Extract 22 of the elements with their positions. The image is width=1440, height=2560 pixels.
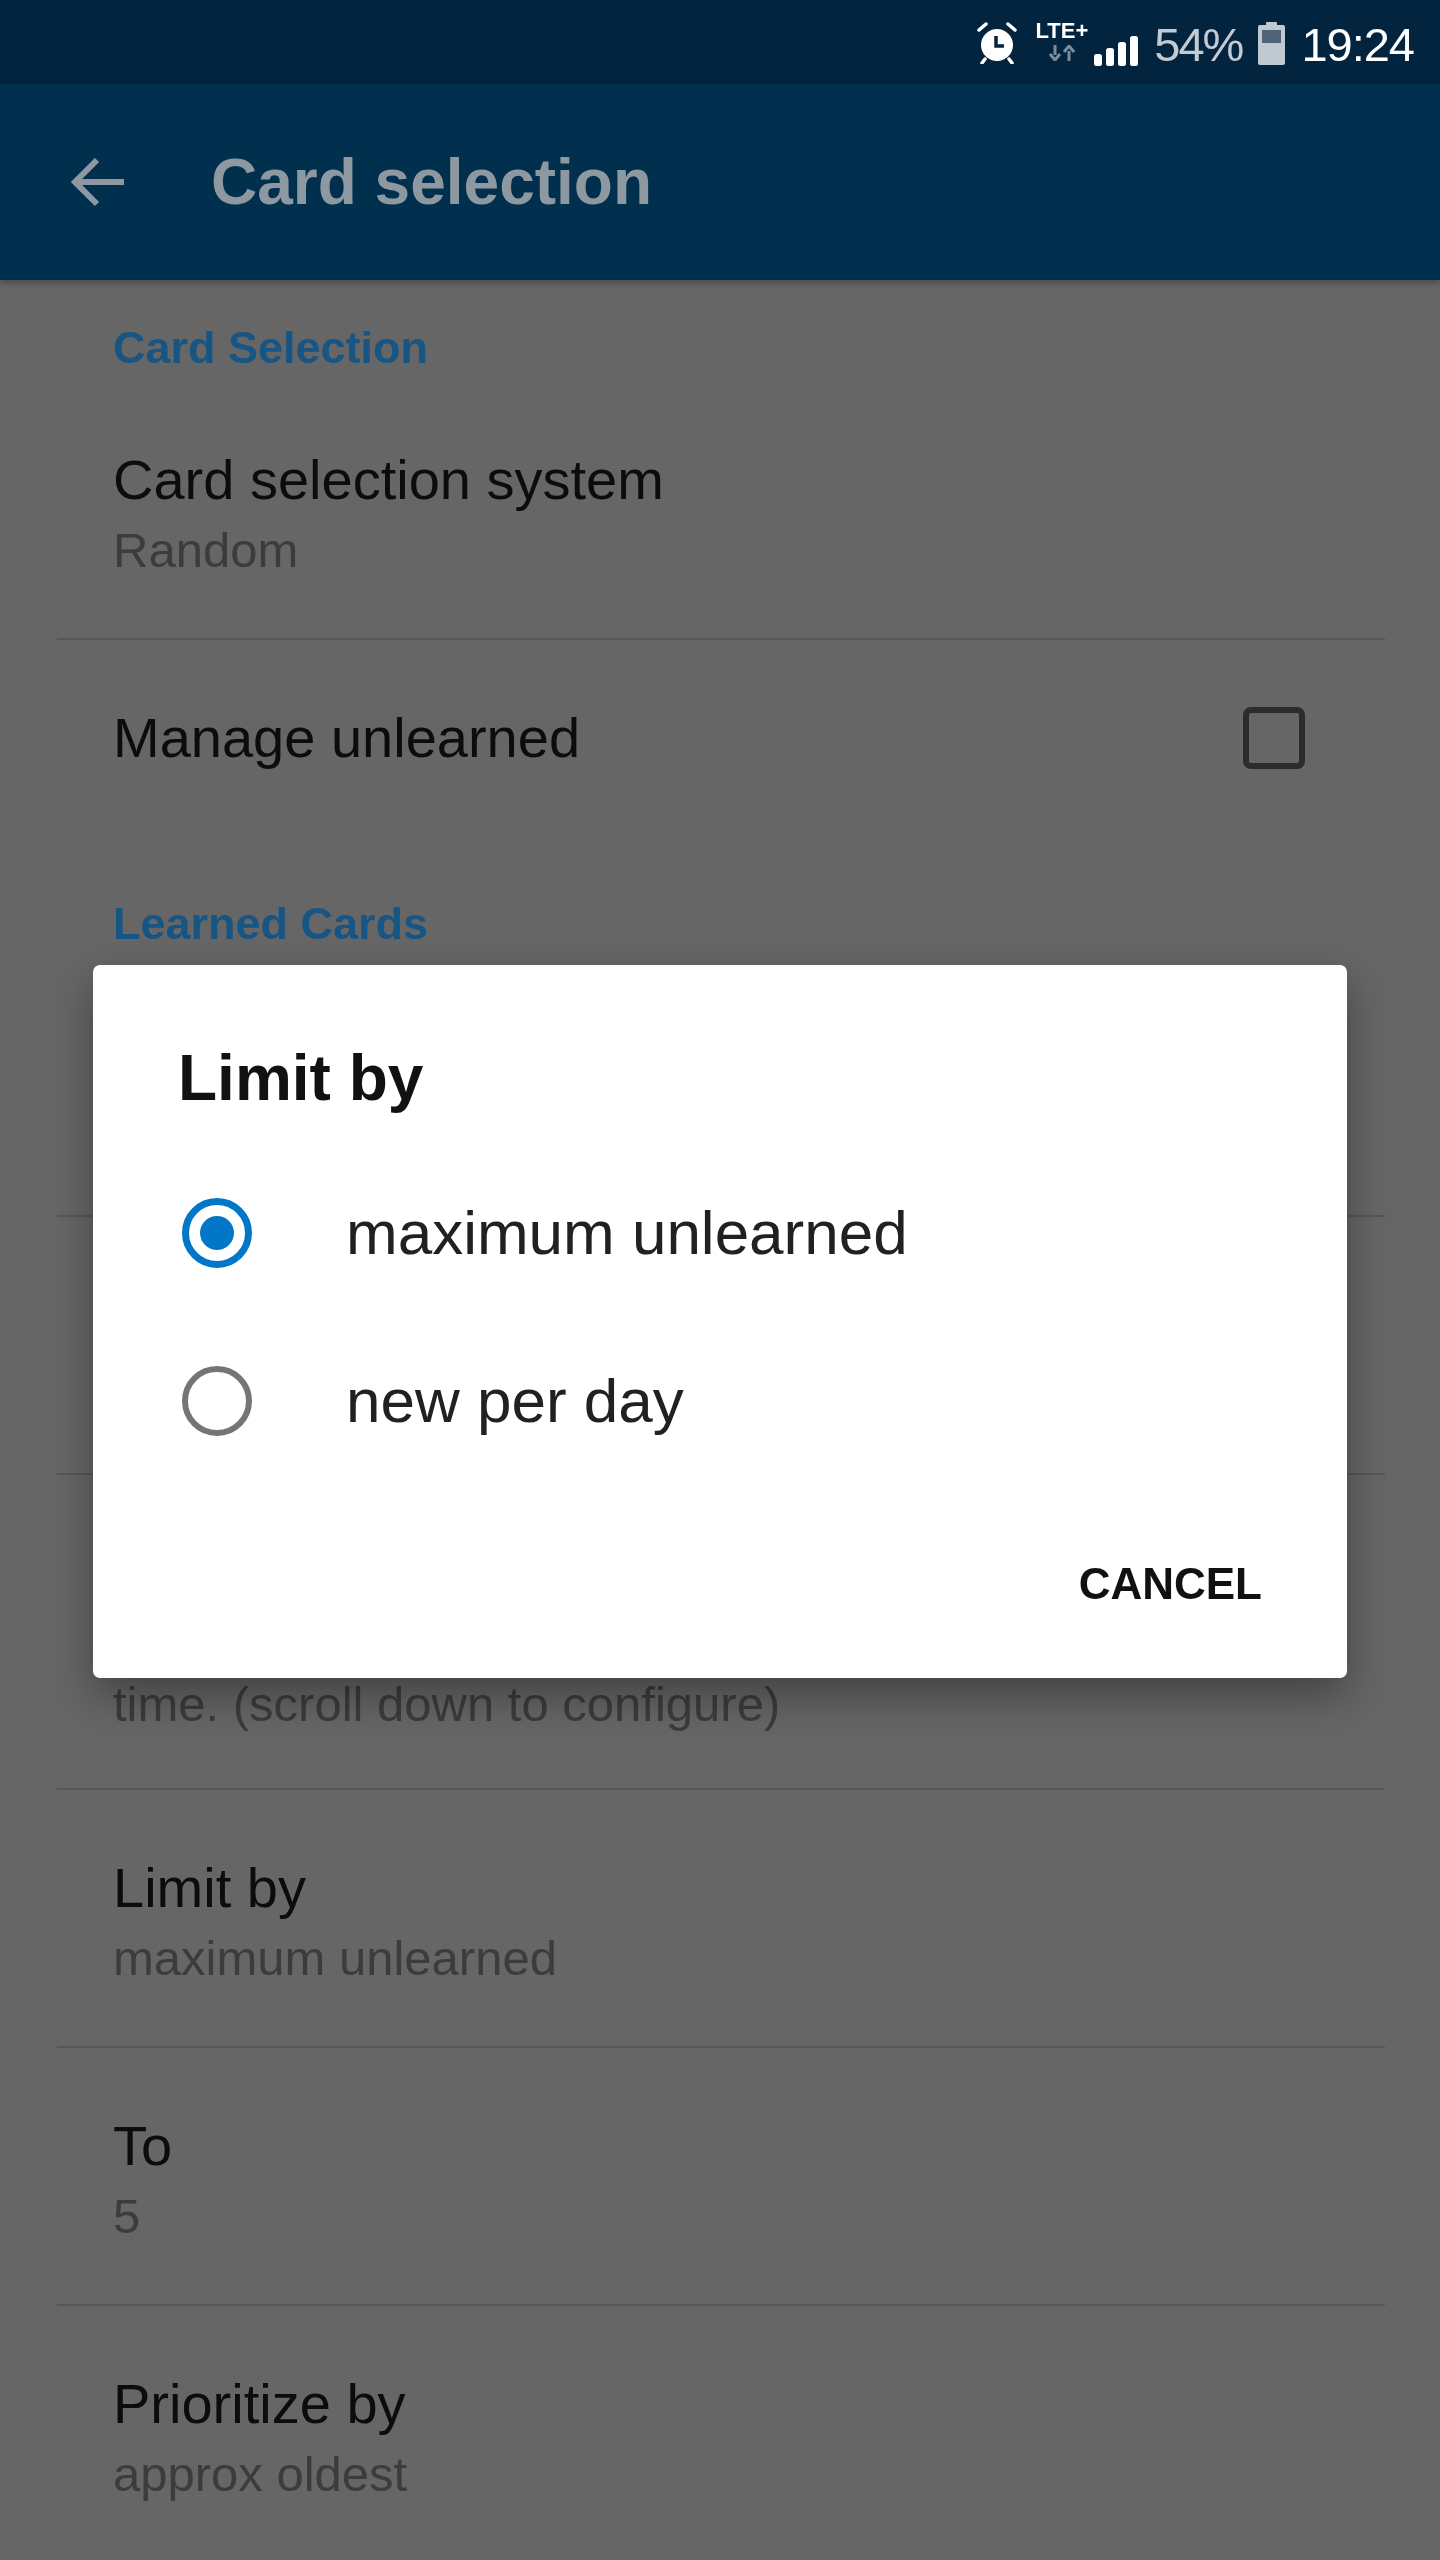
radio-button[interactable] bbox=[182, 1366, 252, 1436]
battery-percentage: 54% bbox=[1154, 20, 1243, 70]
checkbox[interactable] bbox=[1243, 707, 1305, 769]
setting-title[interactable]: Prioritize by bbox=[113, 2369, 406, 2439]
back-icon[interactable] bbox=[70, 157, 126, 207]
setting-title[interactable]: To bbox=[113, 2111, 173, 2181]
setting-title[interactable]: Manage unlearned bbox=[113, 703, 581, 773]
battery-icon bbox=[1258, 21, 1286, 65]
section-header: Learned Cards bbox=[113, 897, 430, 951]
section-header: Card Selection bbox=[113, 321, 430, 375]
screen-title: Card selection bbox=[211, 145, 653, 220]
network-type: LTE+ bbox=[1035, 19, 1089, 42]
setting-title[interactable]: Card selection system bbox=[113, 445, 664, 515]
dialog-title: Limit by bbox=[178, 1041, 424, 1116]
option-label[interactable]: maximum unlearned bbox=[346, 1195, 908, 1271]
data-arrows-icon bbox=[1048, 44, 1075, 61]
radio-button[interactable] bbox=[182, 1198, 252, 1268]
clock-time: 19:24 bbox=[1301, 20, 1414, 70]
setting-title[interactable]: Limit by bbox=[113, 1853, 306, 1923]
alarm-clock-icon bbox=[975, 22, 1018, 64]
signal-icon bbox=[1094, 36, 1139, 66]
option-label[interactable]: new per day bbox=[346, 1363, 684, 1439]
